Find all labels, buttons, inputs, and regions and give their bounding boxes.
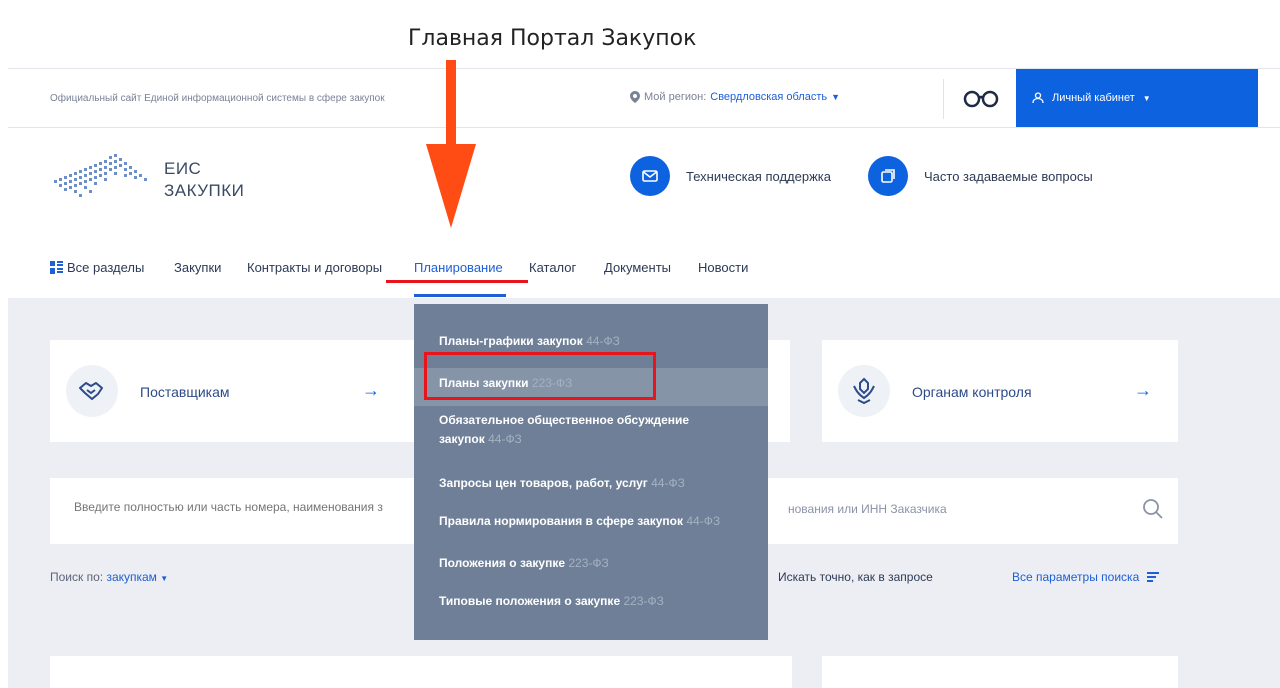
location-pin-icon (630, 91, 640, 103)
menu-item-label: Планы-графики закупок (439, 334, 583, 348)
nav-item-planning[interactable]: Планирование (414, 260, 503, 275)
law-tag: 223-ФЗ (568, 556, 609, 570)
exact-search-toggle[interactable]: Искать точно, как в запросе (778, 570, 933, 584)
faq-label: Часто задаваемые вопросы (924, 168, 1093, 184)
logo-text[interactable]: ЕИС ЗАКУПКИ (164, 158, 244, 202)
suppliers-label: Поставщикам (140, 384, 230, 400)
control-label: Органам контроля (912, 384, 1032, 400)
control-card[interactable]: Органам контроля → (822, 340, 1178, 442)
all-search-params-label: Все параметры поиска (1012, 570, 1140, 584)
law-tag: 223-ФЗ (623, 594, 664, 608)
region-selector[interactable]: Мой регион: Свердловская область ▼ (630, 91, 840, 103)
law-tag: 44-ФЗ (686, 514, 721, 528)
support-link[interactable]: Техническая поддержка (630, 156, 831, 196)
annotation-caption: Главная Портал Закупок (408, 26, 697, 51)
menu-item-procurement-regulations[interactable]: Положения о закупке 223-ФЗ (439, 554, 759, 573)
menu-item-public-discussion[interactable]: Обязательное общественное обсуждение зак… (439, 411, 729, 449)
menu-item-label: Запросы цен товаров, работ, услуг (439, 476, 648, 490)
nav-item-documents[interactable]: Документы (604, 260, 671, 275)
bottom-card-right (822, 656, 1178, 688)
region-label: Мой регион: (644, 91, 707, 103)
law-tag: 44-ФЗ (488, 432, 522, 446)
menu-item-label: Правила нормирования в сфере закупок (439, 514, 684, 528)
chevron-down-icon: ▼ (160, 574, 169, 583)
menu-item-price-requests[interactable]: Запросы цен товаров, работ, услуг 44-ФЗ (439, 474, 759, 493)
annotation-red-underline (386, 280, 528, 283)
law-tag: 44-ФЗ (651, 476, 685, 490)
nav-all-sections[interactable]: Все разделы (50, 260, 144, 275)
nav-item-news[interactable]: Новости (698, 260, 748, 275)
personal-cabinet-label: Личный кабинет (1052, 92, 1135, 104)
nav-item-contracts[interactable]: Контракты и договоры (247, 260, 382, 275)
menu-item-label: Типовые положения о закупке (439, 594, 621, 608)
menu-item-model-regulations[interactable]: Типовые положения о закупке 223-ФЗ (439, 592, 759, 611)
logo-line-1: ЕИС (164, 159, 202, 178)
search-by-value[interactable]: закупкам (106, 570, 157, 584)
arrow-right-icon: → (1134, 380, 1152, 400)
menu-item-rationing-rules[interactable]: Правила нормирования в сфере закупок 44-… (439, 512, 759, 531)
active-tab-underline (414, 294, 506, 297)
divider (943, 79, 944, 119)
chevron-down-icon: ▼ (831, 92, 841, 102)
nav-all-sections-label: Все разделы (67, 260, 145, 275)
glasses-icon[interactable] (963, 85, 999, 111)
annotation-caption-bar: Главная Портал Закупок (0, 0, 1280, 68)
menu-item-label: Положения о закупке (439, 556, 566, 570)
sections-grid-icon (50, 261, 63, 274)
annotation-red-box (424, 352, 656, 400)
user-icon (1032, 92, 1044, 104)
russia-map-logo-icon[interactable] (50, 150, 150, 208)
nav-item-catalog[interactable]: Каталог (529, 260, 576, 275)
all-search-params-link[interactable]: Все параметры поиска (1012, 570, 1160, 584)
search-icon[interactable] (1142, 498, 1164, 520)
region-value[interactable]: Свердловская область (710, 91, 827, 103)
annotation-arrow-down-icon (426, 60, 476, 228)
search-by-label: Поиск по: (50, 570, 104, 584)
arrow-right-icon: → (362, 380, 380, 400)
search-placeholder-tail: нования или ИНН Заказчика (788, 502, 947, 516)
law-tag: 44-ФЗ (586, 334, 620, 348)
handshake-icon (66, 365, 118, 417)
menu-item-label: Обязательное общественное обсуждение зак… (439, 413, 690, 446)
filter-icon (1147, 572, 1160, 582)
nav-item-purchases[interactable]: Закупки (174, 260, 221, 275)
chevron-down-icon: ▼ (1142, 93, 1151, 103)
search-by-selector[interactable]: Поиск по: закупкам ▼ (50, 570, 168, 584)
menu-item-procurement-schedules[interactable]: Планы-графики закупок 44-ФЗ (439, 332, 759, 351)
faq-icon (868, 156, 908, 196)
support-label: Техническая поддержка (686, 168, 831, 184)
bottom-card-left (50, 656, 792, 688)
faq-link[interactable]: Часто задаваемые вопросы (868, 156, 1093, 196)
site-description: Официальный сайт Единой информационной с… (50, 93, 385, 104)
main-nav: Все разделы Закупки Контракты и договоры… (8, 236, 1280, 298)
top-bar: Официальный сайт Единой информационной с… (8, 68, 1280, 128)
site-header: ЕИС ЗАКУПКИ Техническая поддержка Часто … (8, 128, 1280, 236)
logo-line-2: ЗАКУПКИ (164, 181, 245, 200)
personal-cabinet-button[interactable]: Личный кабинет ▼ (1016, 69, 1258, 127)
emblem-icon (838, 365, 890, 417)
mail-icon (630, 156, 670, 196)
suppliers-card[interactable]: Поставщикам → (50, 340, 406, 442)
